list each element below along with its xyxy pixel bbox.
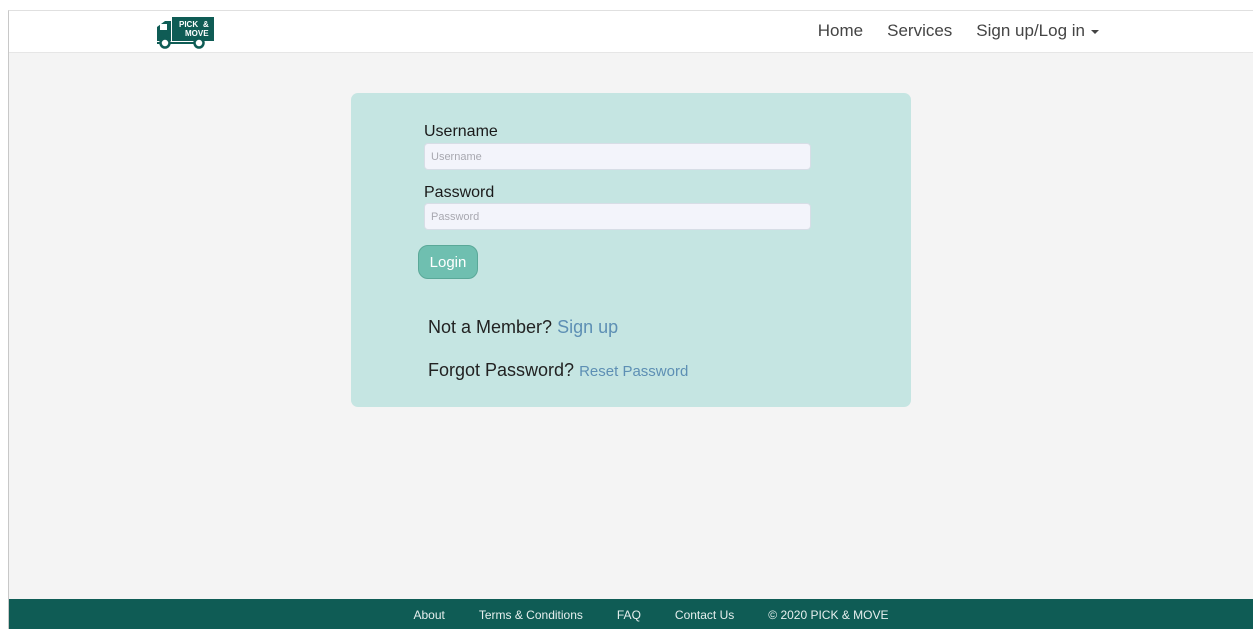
password-input[interactable] xyxy=(424,203,811,230)
member-prompt-text: Not a Member? xyxy=(428,317,553,337)
footer-about-link[interactable]: About xyxy=(413,608,444,622)
username-input[interactable] xyxy=(424,143,811,170)
nav-auth-label: Sign up/Log in xyxy=(976,21,1085,40)
footer-terms-link[interactable]: Terms & Conditions xyxy=(479,608,583,622)
forgot-prompt-line: Forgot Password? Reset Password xyxy=(428,360,688,381)
truck-logo-icon: PICK & MOVE xyxy=(157,17,214,49)
footer-contact-link[interactable]: Contact Us xyxy=(675,608,734,622)
footer-copyright: © 2020 PICK & MOVE xyxy=(768,607,889,622)
username-label: Username xyxy=(424,123,498,140)
member-prompt-line: Not a Member? Sign up xyxy=(428,317,618,338)
pick-and-move-logo[interactable]: PICK & MOVE xyxy=(155,15,217,49)
login-button[interactable]: Login xyxy=(418,245,478,279)
logo-text-amp: & xyxy=(203,20,209,29)
footer-faq-link[interactable]: FAQ xyxy=(617,608,641,622)
signup-link[interactable]: Sign up xyxy=(557,317,618,337)
nav-links: Home Services Sign up/Log in xyxy=(818,21,1099,41)
forgot-prompt-text: Forgot Password? xyxy=(428,360,575,380)
nav-services-link[interactable]: Services xyxy=(887,21,952,41)
login-card: Username Password Login Not a Member? Si… xyxy=(351,93,911,407)
caret-down-icon xyxy=(1091,30,1099,34)
password-label: Password xyxy=(424,184,495,201)
nav-home-link[interactable]: Home xyxy=(818,21,863,41)
footer: About Terms & Conditions FAQ Contact Us … xyxy=(9,599,1253,629)
page-frame: PICK & MOVE Home Services Sign up/Log in… xyxy=(8,10,1253,629)
logo-text-top: PICK xyxy=(179,20,198,29)
nav-auth-dropdown[interactable]: Sign up/Log in xyxy=(976,21,1099,41)
logo-text-bottom: MOVE xyxy=(185,29,209,38)
navbar: PICK & MOVE Home Services Sign up/Log in xyxy=(9,11,1253,53)
reset-password-link[interactable]: Reset Password xyxy=(579,363,688,380)
